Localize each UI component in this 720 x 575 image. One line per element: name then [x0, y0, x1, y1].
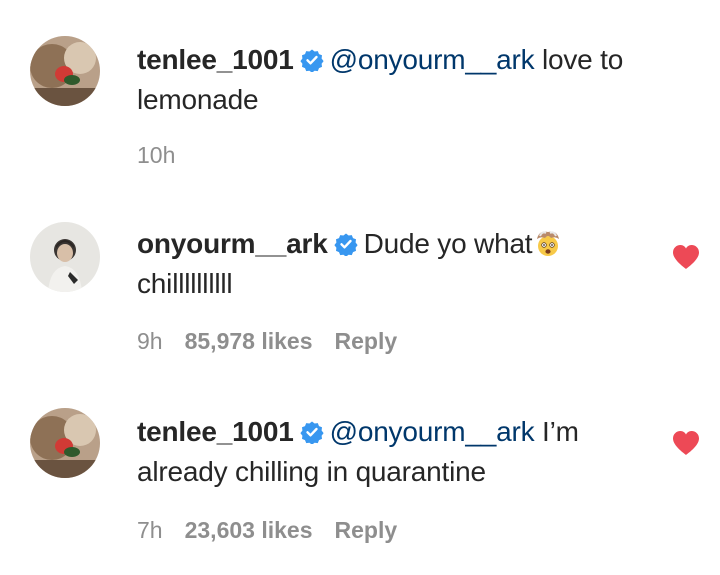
avatar[interactable] [30, 408, 100, 478]
verified-badge-icon [299, 421, 324, 444]
comment-timestamp: 7h [137, 517, 163, 543]
reply-button[interactable]: Reply [335, 517, 398, 544]
mention-link[interactable]: @onyourm__ark [330, 44, 535, 75]
comment-body: tenlee_1001 @onyourm__ark I’m already chi… [137, 412, 657, 492]
comment-text-line1: Dude yo what [363, 228, 533, 259]
verified-badge-icon [299, 49, 324, 72]
verified-badge-icon [333, 233, 358, 256]
comment-body: onyourm__ark Dude yo what chillllllllll [137, 224, 657, 304]
comment-timestamp: 9h [137, 328, 163, 354]
comment-username[interactable]: tenlee_1001 [137, 416, 294, 447]
reply-button[interactable]: Reply [335, 328, 398, 355]
comment-text-line1: love to [534, 44, 624, 75]
comment-meta: 7h 23,603 likes Reply [137, 517, 397, 544]
comment-text-line2: lemonade [137, 84, 259, 115]
comment-thread: tenlee_1001 @onyourm__ark love to lemonad… [0, 0, 720, 575]
comment-text-line2: already chilling in quarantine [137, 456, 486, 487]
mention-link[interactable]: @onyourm__ark [330, 416, 535, 447]
comment-text-line1: I’m [534, 416, 579, 447]
heart-icon[interactable] [672, 430, 700, 456]
comment-timestamp: 10h [137, 142, 176, 168]
comment-meta: 9h 85,978 likes Reply [137, 328, 397, 355]
comment-text-line2: chillllllllll [137, 268, 233, 299]
avatar[interactable] [30, 36, 100, 106]
exploding-head-emoji-icon [537, 231, 560, 256]
comment-username[interactable]: onyourm__ark [137, 228, 328, 259]
likes-count[interactable]: 23,603 likes [185, 517, 313, 544]
avatar[interactable] [30, 222, 100, 292]
comment-body: tenlee_1001 @onyourm__ark love to lemonad… [137, 40, 657, 120]
heart-icon[interactable] [672, 244, 700, 270]
comment-username[interactable]: tenlee_1001 [137, 44, 294, 75]
likes-count[interactable]: 85,978 likes [185, 328, 313, 355]
comment-meta: 10h [137, 142, 175, 169]
